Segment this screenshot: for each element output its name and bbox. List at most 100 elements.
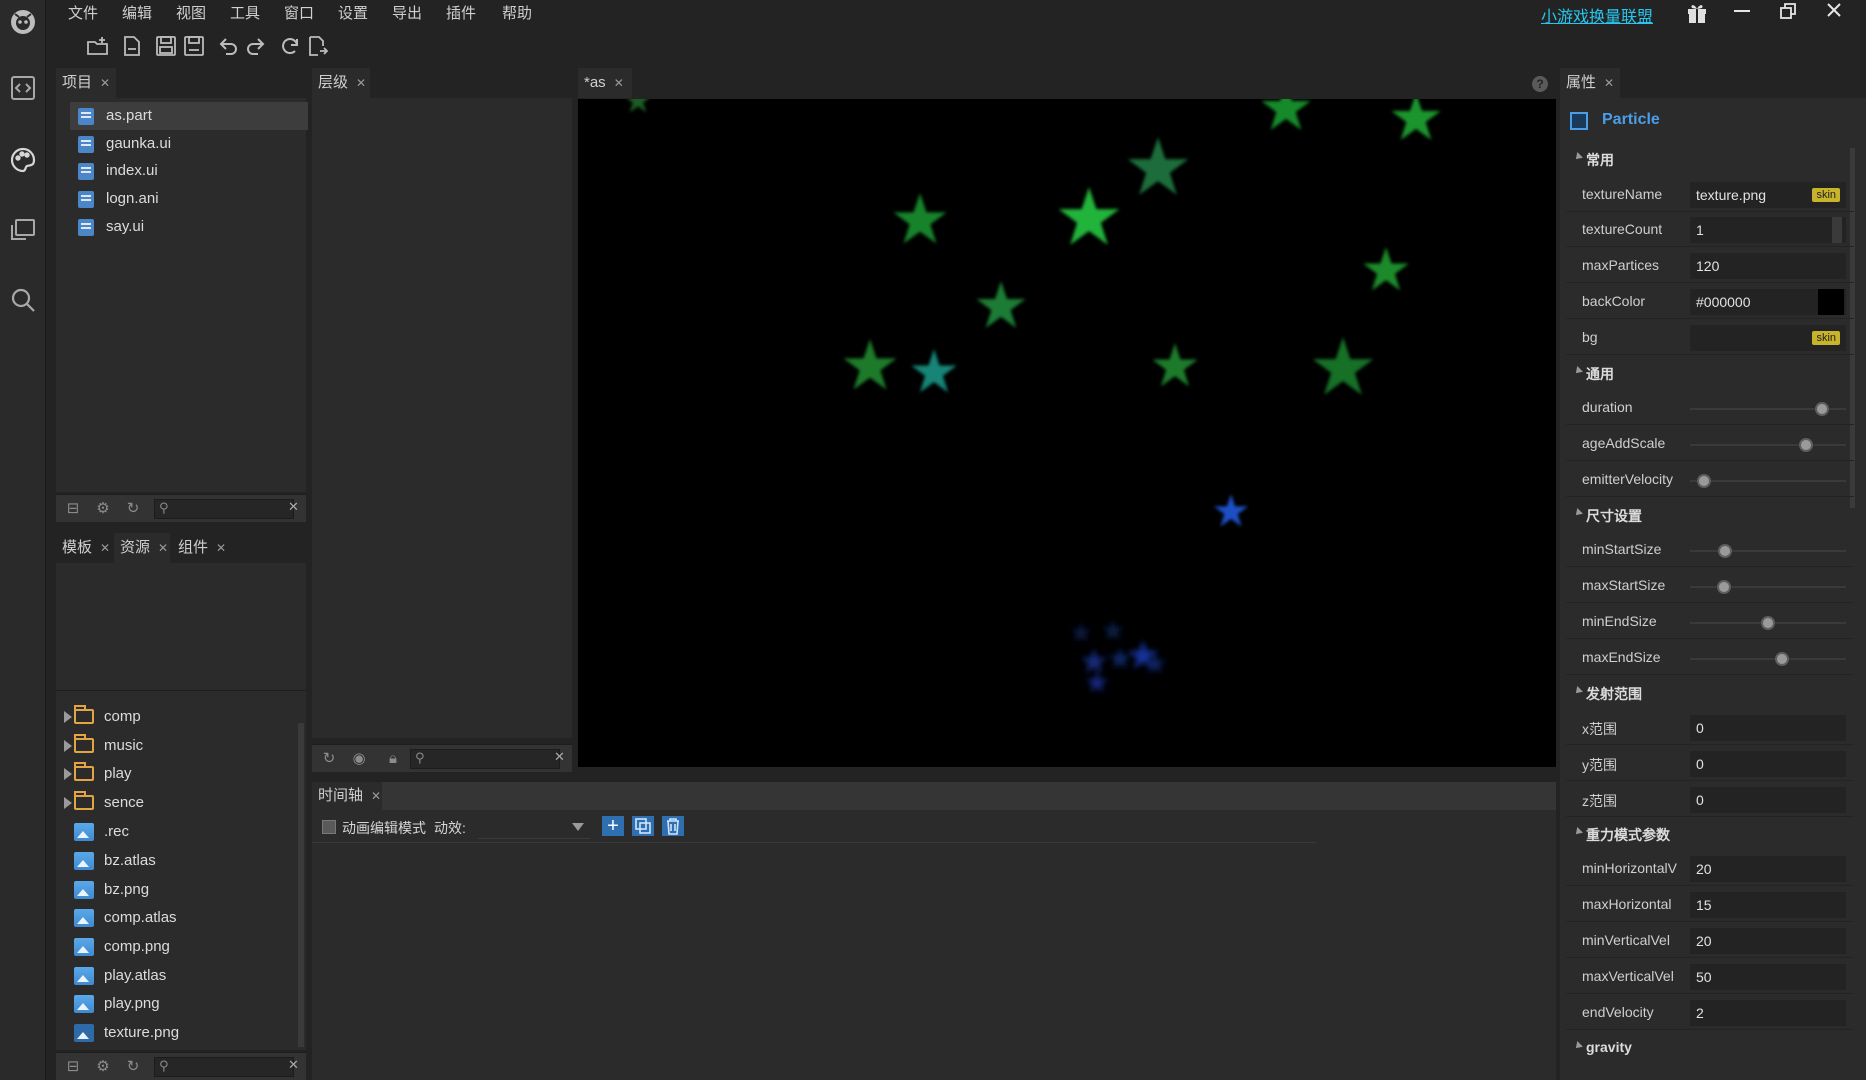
refresh-button[interactable] — [278, 34, 302, 58]
file-item[interactable]: logn.ani — [70, 185, 308, 213]
file-item[interactable]: as.part — [70, 102, 308, 130]
resource-file-item[interactable]: comp.png — [56, 932, 296, 961]
expand-icon[interactable] — [64, 797, 72, 809]
folder-item[interactable]: music — [56, 731, 296, 760]
duration-slider[interactable] — [1690, 402, 1846, 416]
undo-button[interactable] — [216, 34, 240, 58]
menu-help[interactable]: 帮助 — [502, 2, 532, 23]
tab-components[interactable]: 组件 ✕ — [172, 533, 232, 563]
open-folder-button[interactable] — [86, 34, 110, 58]
new-file-button[interactable] — [120, 34, 144, 58]
max-vertical-vel-field[interactable]: 50 — [1690, 964, 1846, 990]
collapse-icon[interactable]: ⊟ — [64, 1058, 82, 1076]
close-icon[interactable]: ✕ — [216, 541, 226, 555]
menu-view[interactable]: 视图 — [176, 2, 206, 23]
design-palette-icon[interactable] — [7, 144, 39, 176]
effect-select[interactable] — [478, 815, 590, 839]
end-velocity-field[interactable]: 2 — [1690, 1000, 1846, 1026]
gift-icon[interactable] — [1686, 2, 1708, 24]
resource-file-item[interactable]: comp.atlas — [56, 903, 296, 932]
bg-field[interactable]: skin — [1690, 325, 1846, 351]
close-icon[interactable]: ✕ — [100, 541, 110, 555]
particle-preview-canvas[interactable] — [578, 99, 1556, 767]
back-color-field[interactable]: #000000 — [1690, 289, 1846, 315]
max-horizontal-field[interactable]: 15 — [1690, 892, 1846, 918]
slider-knob[interactable] — [1775, 652, 1790, 666]
redo-button[interactable] — [244, 34, 268, 58]
resource-file-item[interactable]: play.atlas — [56, 961, 296, 990]
resource-file-item[interactable]: bz.png — [56, 875, 296, 904]
max-start-size-slider[interactable] — [1690, 580, 1846, 594]
code-view-icon[interactable] — [7, 72, 39, 104]
folder-item[interactable]: comp — [56, 702, 296, 731]
slider-knob[interactable] — [1718, 544, 1733, 558]
file-item[interactable]: index.ui — [70, 157, 308, 185]
tab-templates[interactable]: 模板 ✕ — [56, 533, 112, 563]
min-horizontal-v-field[interactable]: 20 — [1690, 856, 1846, 882]
gear-icon[interactable]: ⚙ — [94, 500, 112, 518]
menu-tools[interactable]: 工具 — [230, 2, 260, 23]
max-partices-field[interactable]: 120 — [1690, 253, 1846, 279]
resource-file-item[interactable]: bz.atlas — [56, 846, 296, 875]
eye-icon[interactable]: ◉ — [350, 750, 368, 768]
emitter-velocity-slider[interactable] — [1690, 474, 1846, 488]
lock-icon[interactable]: 🔒︎ — [384, 750, 402, 768]
color-swatch[interactable] — [1818, 289, 1844, 315]
clear-search-icon[interactable]: ✕ — [288, 1057, 299, 1073]
max-end-size-slider[interactable] — [1690, 652, 1846, 666]
section-common[interactable]: 常用 — [1566, 143, 1854, 173]
texture-name-field[interactable]: texture.png skin — [1690, 182, 1846, 208]
close-icon[interactable]: ✕ — [371, 789, 381, 803]
menu-export[interactable]: 导出 — [392, 2, 422, 23]
gear-icon[interactable]: ⚙ — [94, 1058, 112, 1076]
save-all-button[interactable] — [182, 34, 206, 58]
restore-button[interactable] — [1780, 3, 1796, 19]
minimize-button[interactable] — [1734, 10, 1750, 12]
clear-search-icon[interactable]: ✕ — [554, 749, 565, 765]
project-search-input[interactable]: ⚲ — [154, 499, 294, 519]
close-icon[interactable]: ✕ — [1604, 76, 1614, 90]
resources-scrollbar[interactable] — [298, 723, 304, 1047]
tab-layers[interactable]: 层级 ✕ — [312, 68, 370, 98]
close-icon[interactable]: ✕ — [356, 76, 366, 90]
tab-project[interactable]: 项目 ✕ — [56, 68, 116, 98]
search-icon[interactable] — [7, 284, 39, 316]
collapse-icon[interactable]: ⊟ — [64, 500, 82, 518]
publish-button[interactable] — [306, 34, 330, 58]
slider-knob[interactable] — [1799, 438, 1814, 452]
tab-timeline[interactable]: 时间轴 ✕ — [312, 782, 382, 810]
section-gravity[interactable]: gravity — [1566, 1032, 1854, 1062]
y-range-field[interactable]: 0 — [1690, 751, 1846, 777]
skin-picker-button[interactable]: skin — [1812, 331, 1840, 345]
tab-properties[interactable]: 属性 ✕ — [1560, 68, 1620, 98]
expand-icon[interactable] — [64, 740, 72, 752]
file-item[interactable]: gaunka.ui — [70, 130, 308, 158]
resources-search-input[interactable]: ⚲ — [154, 1057, 294, 1077]
refresh-icon[interactable]: ↻ — [320, 750, 338, 768]
min-end-size-slider[interactable] — [1690, 616, 1846, 630]
layers-search-input[interactable]: ⚲ — [410, 749, 560, 769]
folder-item[interactable]: play — [56, 759, 296, 788]
help-icon[interactable]: ? — [1532, 76, 1548, 92]
expand-icon[interactable] — [64, 711, 72, 723]
z-range-field[interactable]: 0 — [1690, 787, 1846, 813]
resource-file-item[interactable]: .rec — [56, 817, 296, 846]
menu-edit[interactable]: 编辑 — [122, 2, 152, 23]
menu-settings[interactable]: 设置 — [338, 2, 368, 23]
slider-knob[interactable] — [1761, 616, 1775, 630]
section-emit-range[interactable]: 发射范围 — [1566, 677, 1854, 707]
menu-file[interactable]: 文件 — [68, 2, 98, 23]
refresh-icon[interactable]: ↻ — [124, 500, 142, 518]
refresh-icon[interactable]: ↻ — [124, 1058, 142, 1076]
delete-button[interactable] — [662, 816, 684, 836]
file-item[interactable]: say.ui — [70, 213, 308, 241]
section-size[interactable]: 尺寸设置 — [1566, 499, 1854, 529]
copy-button[interactable] — [632, 816, 654, 836]
resource-file-item[interactable]: texture.png — [56, 1018, 296, 1047]
min-start-size-slider[interactable] — [1690, 544, 1846, 558]
preview-window-icon[interactable] — [7, 214, 39, 246]
close-window-button[interactable] — [1826, 2, 1842, 18]
clear-search-icon[interactable]: ✕ — [288, 499, 299, 515]
folder-item[interactable]: sence — [56, 788, 296, 817]
tab-resources[interactable]: 资源 ✕ — [114, 533, 170, 563]
